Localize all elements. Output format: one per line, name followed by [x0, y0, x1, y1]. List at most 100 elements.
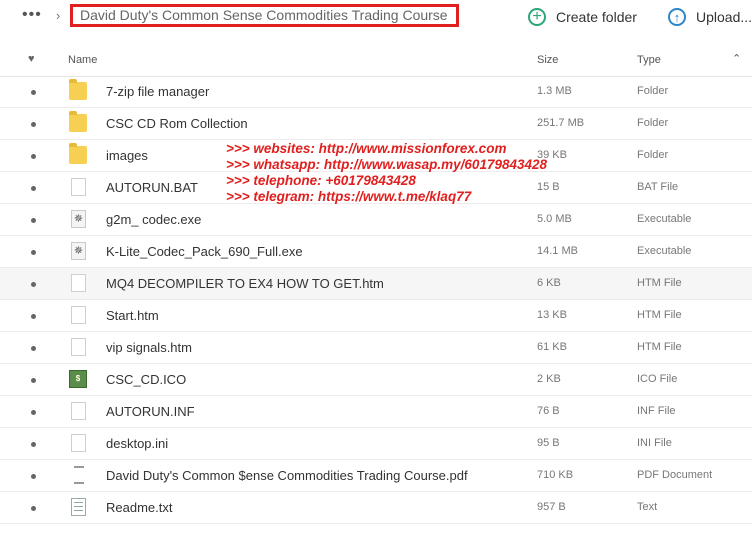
- file-icon: [71, 306, 86, 324]
- file-row[interactable]: ✵ g2m_ codec.exe 5.0 MB Executable: [0, 204, 752, 236]
- file-row[interactable]: ✵ K-Lite_Codec_Pack_690_Full.exe 14.1 MB Ex…: [0, 236, 752, 268]
- file-type: Folder: [637, 85, 669, 97]
- file-row[interactable]: Readme.txt 957 B Text: [0, 492, 752, 524]
- file-row[interactable]: $ CSC_CD.ICO 2 KB ICO File: [0, 364, 752, 396]
- favorite-dot-icon[interactable]: [31, 314, 36, 319]
- file-name[interactable]: desktop.ini: [106, 436, 168, 451]
- favorite-dot-icon[interactable]: [31, 186, 36, 191]
- file-size: 95 B: [537, 437, 560, 449]
- file-name[interactable]: K-Lite_Codec_Pack_690_Full.exe: [106, 244, 303, 259]
- column-name-header[interactable]: Name: [68, 54, 97, 66]
- plus-circle-icon: +: [528, 8, 546, 26]
- file-row[interactable]: 7-zip file manager 1.3 MB Folder: [0, 76, 752, 108]
- favorite-dot-icon[interactable]: [31, 90, 36, 95]
- file-type: INI File: [637, 437, 672, 449]
- overlay-line: >>> telegram: https://www.t.me/klaq77: [226, 189, 472, 204]
- column-size-header[interactable]: Size: [537, 54, 558, 66]
- file-row[interactable]: desktop.ini 95 B INI File: [0, 428, 752, 460]
- favorite-dot-icon[interactable]: [31, 506, 36, 511]
- favorite-dot-icon[interactable]: [31, 346, 36, 351]
- file-name[interactable]: AUTORUN.INF: [106, 404, 195, 419]
- overlay-contact-text: >>> websites: http://www.missionforex.co…: [226, 141, 547, 205]
- file-size: 957 B: [537, 501, 566, 513]
- file-size: 6 KB: [537, 277, 561, 289]
- pdf-icon: [74, 466, 84, 484]
- overlay-line: >>> whatsapp: http://www.wasap.my/601798…: [226, 157, 548, 172]
- file-name[interactable]: Readme.txt: [106, 500, 172, 515]
- file-type: ICO File: [637, 373, 678, 385]
- executable-icon: ✵: [71, 242, 86, 260]
- file-size: 61 KB: [537, 341, 567, 353]
- file-row[interactable]: Start.htm 13 KB HTM File: [0, 300, 752, 332]
- upload-arrow-icon: ↑: [668, 8, 686, 26]
- folder-icon: [69, 79, 87, 100]
- file-type: Folder: [637, 117, 669, 129]
- file-icon: [71, 402, 86, 420]
- favorite-dot-icon[interactable]: [31, 378, 36, 383]
- sort-ascending-icon[interactable]: ⌃: [732, 52, 741, 65]
- file-row[interactable]: CSC CD Rom Collection 251.7 MB Folder: [0, 108, 752, 140]
- file-name[interactable]: vip signals.htm: [106, 340, 192, 355]
- file-type: HTM File: [637, 309, 682, 321]
- favorite-dot-icon[interactable]: [31, 474, 36, 479]
- overlay-line: >>> telephone: +60179843428: [226, 173, 416, 188]
- upload-button[interactable]: ↑ Upload...: [668, 6, 752, 28]
- file-icon: [71, 178, 86, 196]
- file-type: PDF Document: [637, 469, 713, 481]
- create-folder-button[interactable]: + Create folder: [528, 6, 637, 28]
- file-name[interactable]: g2m_ codec.exe: [106, 212, 201, 227]
- favorite-dot-icon[interactable]: [31, 250, 36, 255]
- create-folder-label: Create folder: [556, 9, 637, 25]
- file-row[interactable]: vip signals.htm 61 KB HTM File: [0, 332, 752, 364]
- file-icon: [71, 434, 86, 452]
- file-size: 13 KB: [537, 309, 567, 321]
- file-size: 2 KB: [537, 373, 561, 385]
- favorite-dot-icon[interactable]: [31, 122, 36, 127]
- file-name[interactable]: AUTORUN.BAT: [106, 180, 198, 195]
- file-row[interactable]: MQ4 DECOMPILER TO EX4 HOW TO GET.htm 6 KB…: [0, 268, 752, 300]
- text-file-icon: [71, 498, 86, 516]
- folder-icon: [69, 111, 87, 132]
- breadcrumb-current-folder[interactable]: David Duty's Common Sense Commodities Tr…: [70, 4, 459, 27]
- file-name[interactable]: MQ4 DECOMPILER TO EX4 HOW TO GET.htm: [106, 276, 384, 291]
- file-list-header: ♥ Name Size Type ⌃: [0, 44, 752, 77]
- file-size: 710 KB: [537, 469, 574, 481]
- favorite-dot-icon[interactable]: [31, 442, 36, 447]
- favorite-dot-icon[interactable]: [31, 154, 36, 159]
- file-type: HTM File: [637, 341, 682, 353]
- file-type: Folder: [637, 149, 669, 161]
- file-name[interactable]: CSC CD Rom Collection: [106, 116, 248, 131]
- file-size: 251.7 MB: [537, 117, 585, 129]
- favorite-dot-icon[interactable]: [31, 410, 36, 415]
- executable-icon: ✵: [71, 210, 86, 228]
- file-size: 76 B: [537, 405, 560, 417]
- file-name[interactable]: Start.htm: [106, 308, 159, 323]
- favorite-dot-icon[interactable]: [31, 282, 36, 287]
- file-icon: [71, 338, 86, 356]
- file-type: Executable: [637, 245, 692, 257]
- file-row[interactable]: David Duty's Common $ense Commodities Tr…: [0, 460, 752, 492]
- file-size: 1.3 MB: [537, 85, 572, 97]
- upload-label: Upload...: [696, 9, 752, 25]
- file-type: BAT File: [637, 181, 679, 193]
- ico-image-icon: $: [69, 370, 87, 388]
- file-icon: [71, 274, 86, 292]
- chevron-right-icon: ›: [56, 8, 61, 23]
- file-type: INF File: [637, 405, 676, 417]
- column-type-header[interactable]: Type: [637, 54, 661, 66]
- file-name[interactable]: David Duty's Common $ense Commodities Tr…: [106, 468, 468, 483]
- file-size: 14.1 MB: [537, 245, 578, 257]
- file-name[interactable]: images: [106, 148, 148, 163]
- more-options-icon[interactable]: •••: [22, 6, 42, 24]
- heart-icon[interactable]: ♥: [28, 53, 35, 65]
- file-name[interactable]: CSC_CD.ICO: [106, 372, 186, 387]
- file-type: Text: [637, 501, 658, 513]
- folder-icon: [69, 143, 87, 164]
- file-type: HTM File: [637, 277, 682, 289]
- file-row[interactable]: AUTORUN.INF 76 B INF File: [0, 396, 752, 428]
- top-bar: ••• › David Duty's Common Sense Commodit…: [0, 0, 752, 36]
- file-name[interactable]: 7-zip file manager: [106, 84, 209, 99]
- favorite-dot-icon[interactable]: [31, 218, 36, 223]
- file-size: 5.0 MB: [537, 213, 572, 225]
- file-type: Executable: [637, 213, 692, 225]
